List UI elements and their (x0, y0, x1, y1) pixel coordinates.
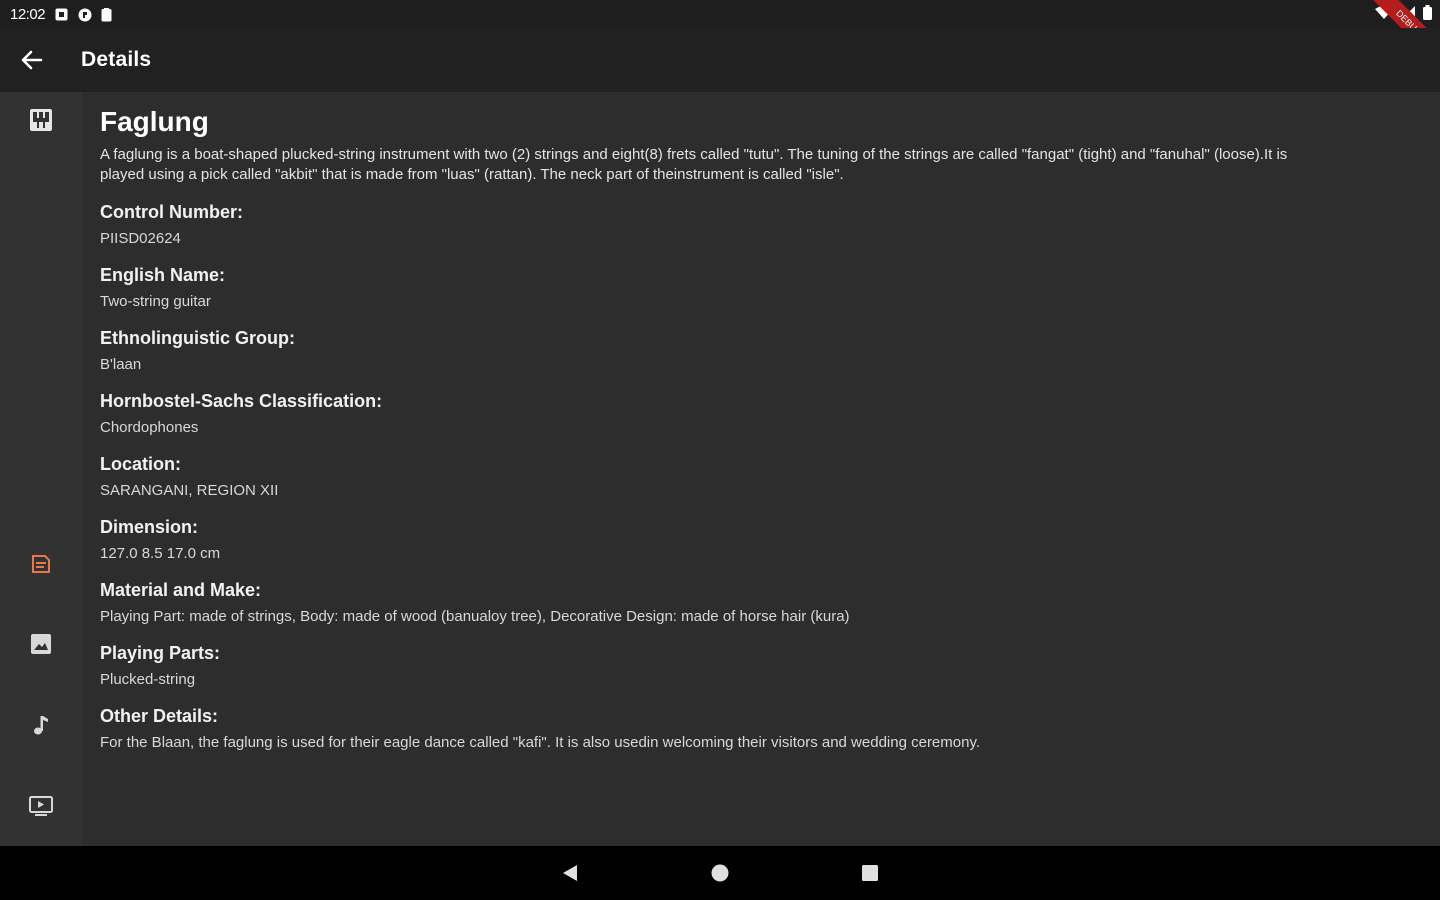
article-icon (32, 555, 50, 573)
battery-icon (1423, 5, 1432, 25)
rail-item-instrument[interactable] (0, 92, 82, 148)
field-classification: Hornbostel-Sachs Classification: Chordop… (100, 390, 1300, 438)
field-label: Hornbostel-Sachs Classification: (100, 391, 383, 412)
notification-icon (55, 8, 68, 21)
field-material-and-make: Material and Make: Playing Part: made of… (100, 579, 1300, 627)
music-note-icon (34, 716, 48, 735)
arrow-back-icon (21, 50, 43, 70)
field-label: Control Number: (100, 202, 243, 223)
field-english-name: English Name: Two-string guitar (100, 264, 1300, 312)
field-label: Ethnolinguistic Group: (100, 328, 295, 349)
field-control-number: Control Number: PIISD02624 (100, 201, 1300, 249)
navigation-rail (0, 92, 82, 846)
image-icon (31, 634, 51, 654)
field-location: Location: SARANGANI, REGION XII (100, 453, 1300, 501)
field-label: Dimension: (100, 517, 199, 538)
system-icon (78, 8, 92, 21)
field-value: Two-string guitar (100, 293, 211, 311)
field-label: Material and Make: (100, 580, 262, 601)
back-triangle-icon (563, 865, 577, 881)
field-label: Location: (100, 454, 181, 475)
status-bar: 12:02 DEBUG (0, 0, 1440, 76)
field-playing-parts: Playing Parts: Plucked-string (100, 642, 1300, 690)
battery-saver-icon (101, 7, 114, 21)
app-bar: Details (0, 28, 1440, 92)
field-value: For the Blaan, the faglung is used for t… (100, 734, 981, 752)
field-value: SARANGANI, REGION XII (100, 482, 279, 500)
video-icon (29, 796, 53, 816)
field-other-details: Other Details: For the Blaan, the faglun… (100, 705, 1300, 753)
field-value: Plucked-string (100, 671, 196, 689)
details-panel: Faglung A faglung is a boat-shaped pluck… (100, 106, 1300, 768)
field-value: PIISD02624 (100, 230, 181, 248)
page-title: Details (81, 48, 152, 71)
nav-back-button[interactable] (550, 853, 590, 893)
recents-square-icon (862, 865, 878, 881)
instrument-description: A faglung is a boat-shaped plucked-strin… (100, 146, 1288, 184)
field-label: Playing Parts: (100, 643, 221, 664)
details-content: Faglung A faglung is a boat-shaped pluck… (82, 92, 1440, 846)
nav-home-button[interactable] (700, 853, 740, 893)
system-nav-bar (0, 846, 1440, 900)
back-button[interactable] (0, 28, 64, 92)
piano-icon (30, 109, 52, 131)
field-ethnolinguistic-group: Ethnolinguistic Group: B'laan (100, 327, 1300, 375)
field-value: 127.0 8.5 17.0 cm (100, 545, 221, 563)
field-value: Playing Part: made of strings, Body: mad… (100, 608, 850, 626)
nav-recents-button[interactable] (850, 853, 890, 893)
rail-item-details[interactable] (0, 536, 82, 592)
field-dimension: Dimension: 127.0 8.5 17.0 cm (100, 516, 1300, 564)
home-circle-icon (711, 864, 729, 882)
instrument-title: Faglung (100, 106, 209, 137)
field-value: Chordophones (100, 419, 199, 437)
status-time: 12:02 (10, 5, 46, 23)
field-label: Other Details: (100, 706, 219, 727)
field-value: B'laan (100, 356, 142, 374)
rail-item-video[interactable] (0, 777, 82, 833)
rail-item-images[interactable] (0, 616, 82, 672)
field-label: English Name: (100, 265, 226, 286)
rail-item-audio[interactable] (0, 697, 82, 753)
